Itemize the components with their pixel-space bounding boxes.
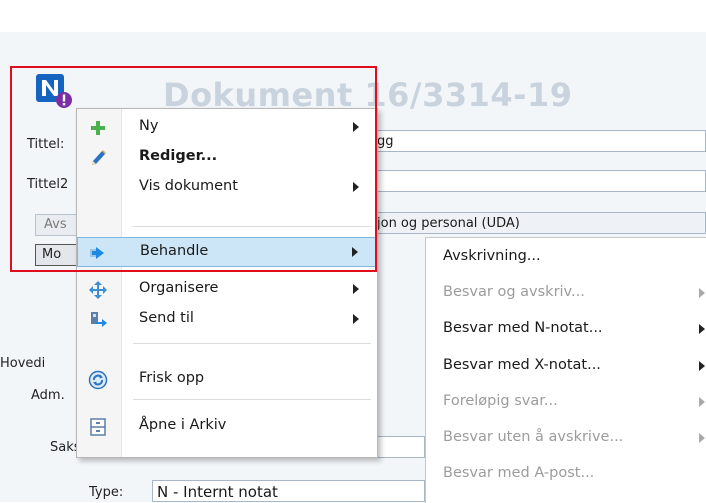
menu-item-rediger[interactable]: Rediger...: [77, 143, 377, 173]
context-menu: Ny Rediger... Vis dokument Behandle Orga…: [76, 108, 378, 458]
menu-item-send-til[interactable]: Send til: [77, 305, 377, 335]
tittel2-label: Tittel2: [27, 177, 69, 192]
submenu-arrow-icon: [699, 361, 705, 371]
menu-item-frisk-opp[interactable]: Frisk opp: [77, 365, 377, 395]
behandle-submenu: Avskrivning... Besvar og avskriv... Besv…: [425, 237, 706, 503]
submenu-item-besvar-uten-a-avskrive: Besvar uten å avskrive...: [426, 423, 706, 453]
menu-item-label: Send til: [139, 310, 194, 326]
submenu-item-label: Besvar og avskriv...: [443, 284, 585, 300]
window-top-strip: [0, 0, 706, 32]
type-label: Type:: [89, 485, 124, 500]
submenu-arrow-icon: [353, 314, 359, 324]
menu-separator: [133, 343, 371, 344]
pencil-icon: [92, 150, 106, 165]
submenu-item-forelopig-svar: Foreløpig svar...: [426, 387, 706, 417]
menu-item-label: Behandle: [140, 243, 209, 259]
menu-item-label: Ny: [139, 118, 159, 134]
tittel-label: Tittel:: [27, 137, 65, 152]
submenu-item-label: Foreløpig svar...: [443, 393, 558, 409]
hoved-label: Hovedi: [0, 356, 46, 371]
menu-item-ny[interactable]: Ny: [77, 113, 377, 143]
app-logo-icon: [36, 74, 72, 108]
menu-item-label: Frisk opp: [139, 370, 205, 386]
refresh-icon: [88, 370, 108, 390]
menu-item-organisere[interactable]: Organisere: [77, 275, 377, 305]
process-arrow-icon: [90, 247, 104, 259]
submenu-item-avskrivning[interactable]: Avskrivning...: [426, 242, 706, 272]
submenu-item-besvar-med-n-notat[interactable]: Besvar med N-notat...: [426, 314, 706, 344]
menu-item-behandle[interactable]: Behandle: [77, 237, 377, 267]
submenu-item-label: Besvar uten å avskrive...: [443, 429, 624, 445]
tittel-input[interactable]: gg: [372, 130, 706, 152]
menu-item-label: Rediger...: [139, 148, 218, 164]
submenu-item-besvar-med-x-notat[interactable]: Besvar med X-notat...: [426, 351, 706, 381]
menu-separator: [133, 399, 371, 400]
send-to-icon: [91, 312, 107, 327]
submenu-item-label: Besvar med A-post...: [443, 465, 595, 481]
submenu-item-besvar-og-avskriv: Besvar og avskriv...: [426, 278, 706, 308]
submenu-arrow-icon: [699, 433, 705, 443]
submenu-arrow-icon: [353, 122, 359, 132]
submenu-item-label: Avskrivning...: [443, 248, 541, 264]
submenu-item-besvar-med-a-post: Besvar med A-post...: [426, 459, 706, 489]
adm-label: Adm.: [31, 388, 65, 403]
menu-item-vis-dokument[interactable]: Vis dokument: [77, 173, 377, 203]
submenu-item-label: Besvar med N-notat...: [443, 320, 603, 336]
submenu-arrow-icon: [699, 397, 705, 407]
plus-icon: [91, 121, 105, 135]
submenu-arrow-icon: [352, 247, 358, 257]
unit-field: jon og personal (UDA): [372, 212, 706, 234]
saksbeh-input[interactable]: [372, 436, 425, 458]
submenu-arrow-icon: [353, 284, 359, 294]
submenu-arrow-icon: [353, 182, 359, 192]
archive-icon: [90, 418, 106, 436]
submenu-arrow-icon: [699, 288, 705, 298]
tittel2-input[interactable]: [372, 170, 706, 192]
submenu-item-label: Besvar med X-notat...: [443, 357, 601, 373]
menu-item-label: Åpne i Arkiv: [139, 417, 227, 433]
menu-item-label: Organisere: [139, 280, 219, 296]
menu-item-apne-i-arkiv[interactable]: Åpne i Arkiv: [77, 412, 377, 442]
submenu-arrow-icon: [699, 324, 705, 334]
menu-item-label: Vis dokument: [139, 178, 238, 194]
type-select[interactable]: N - Internt notat: [152, 480, 425, 502]
menu-separator: [133, 226, 371, 227]
move-arrows-icon: [89, 281, 107, 299]
